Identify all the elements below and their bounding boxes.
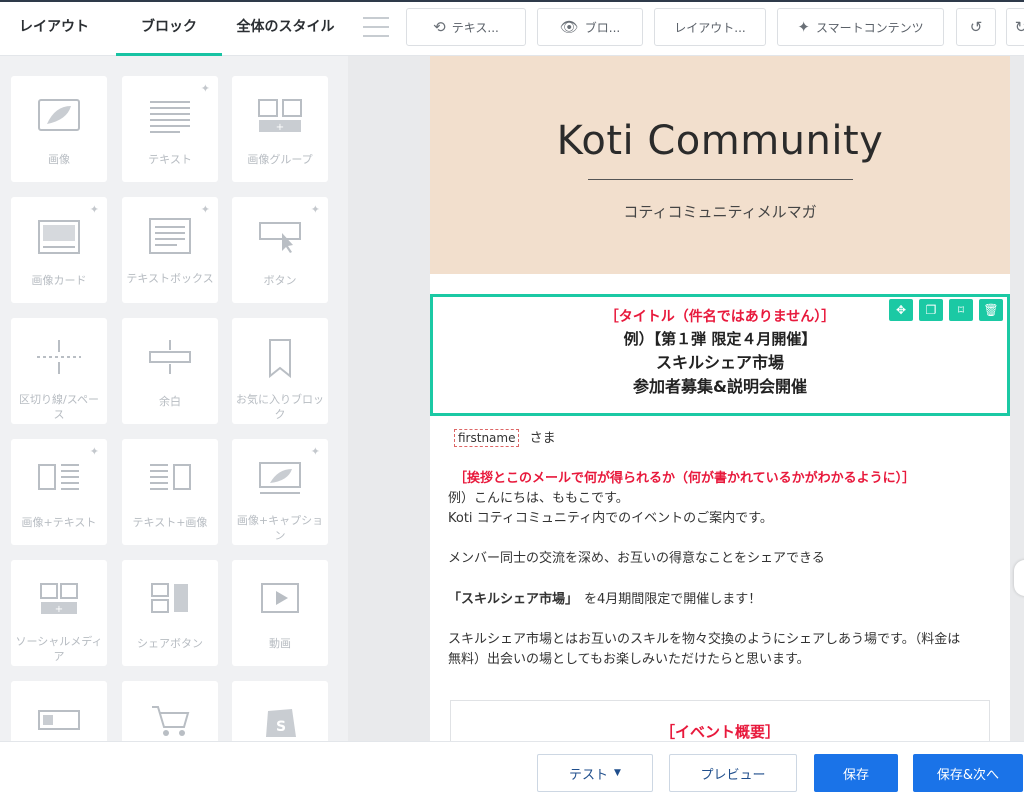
- save-and-next-button[interactable]: 保存&次へ: [913, 754, 1023, 792]
- tab-blocks[interactable]: ブロック: [116, 0, 222, 56]
- svg-text:+: +: [276, 122, 284, 133]
- block-image-card[interactable]: ✦ 画像カード: [11, 197, 107, 303]
- delete-icon[interactable]: 🗑: [979, 299, 1003, 321]
- text-direction-button[interactable]: ⟲ テキス...: [406, 8, 526, 46]
- svg-text:+: +: [55, 604, 63, 615]
- duplicate-icon[interactable]: ❐: [919, 299, 943, 321]
- move-icon[interactable]: ✥: [889, 299, 913, 321]
- block-favorites[interactable]: お気に入りブロック: [232, 318, 328, 424]
- test-dropdown-button[interactable]: テスト ▼: [537, 754, 653, 792]
- block-share-button[interactable]: シェアボタン: [122, 560, 218, 666]
- block-toolbar: ✥ ❐ ⌑ 🗑: [889, 299, 1003, 321]
- block-image[interactable]: 画像: [11, 76, 107, 182]
- spacer-icon: [149, 340, 191, 374]
- body-line-3: メンバー同士の交流を深め、お互いの得意なことをシェアできる: [448, 551, 825, 566]
- title-line-2: スキルシェア市場: [655, 353, 784, 372]
- block-shopify[interactable]: S: [232, 681, 328, 741]
- logo-text: Koti Community: [556, 118, 884, 164]
- preview-button[interactable]: プレビュー: [669, 754, 797, 792]
- email-body: Koti Community コティコミュニティメルマガ ✥ ❐ ⌑ 🗑 ［タイ…: [430, 56, 1010, 741]
- image-icon: [38, 99, 80, 131]
- redo-icon: ↻: [1014, 18, 1024, 36]
- block-product-card[interactable]: [11, 681, 107, 741]
- block-button[interactable]: ✦ ボタン: [232, 197, 328, 303]
- cart-icon: [152, 706, 190, 736]
- title-line-3: 参加者募集&説明会開催: [633, 377, 807, 396]
- undo-button[interactable]: ↺: [956, 8, 996, 46]
- block-social-media[interactable]: + ソーシャルメディア: [11, 560, 107, 666]
- block-text-image[interactable]: テキスト+画像: [122, 439, 218, 545]
- block-video[interactable]: 動画: [232, 560, 328, 666]
- save-button[interactable]: 保存: [814, 754, 898, 792]
- image-card-icon: [38, 220, 80, 254]
- header-subtitle: コティコミュニティメルマガ: [623, 203, 817, 221]
- scroll-handle[interactable]: [1014, 560, 1024, 596]
- smart-content-button[interactable]: ✦ スマートコンテンツ: [777, 8, 944, 46]
- undo-icon: ↺: [969, 18, 983, 36]
- email-header-block[interactable]: Koti Community コティコミュニティメルマガ: [430, 56, 1010, 274]
- top-toolbar: レイアウト ブロック 全体のスタイル ⟲ テキス... 👁 ブロ... レイアウ…: [0, 0, 1024, 56]
- tab-global-style[interactable]: 全体のスタイル: [228, 0, 343, 56]
- bookmark-icon: [269, 339, 291, 379]
- bottom-action-bar: テスト ▼ プレビュー 保存 保存&次へ: [0, 741, 1024, 799]
- redo-button[interactable]: ↻: [1006, 8, 1024, 46]
- product-card-icon: [38, 710, 80, 730]
- block-cart[interactable]: [122, 681, 218, 741]
- share-button-icon: [151, 583, 188, 613]
- social-media-icon: +: [40, 583, 78, 615]
- shopify-icon: S: [266, 709, 296, 737]
- body-line-1: 例）こんにちは、ももこです。: [448, 491, 629, 506]
- image-group-icon: +: [258, 99, 302, 133]
- button-icon: [259, 222, 301, 253]
- block-divider[interactable]: 区切り線/スペース: [11, 318, 107, 424]
- eye-slash-icon: 👁: [559, 18, 579, 36]
- email-canvas: Koti Community コティコミュニティメルマガ ✥ ❐ ⌑ 🗑 ［タイ…: [348, 56, 1024, 741]
- block-image-group[interactable]: + 画像グループ: [232, 76, 328, 182]
- save-favorite-icon[interactable]: ⌑: [949, 299, 973, 321]
- block-spacer[interactable]: 余白: [122, 318, 218, 424]
- text-direction-icon: ⟲: [433, 18, 446, 36]
- block-text[interactable]: ✦ テキスト: [122, 76, 218, 182]
- caret-down-icon: ▼: [614, 768, 621, 778]
- image-caption-icon: [259, 462, 301, 494]
- text-box-icon: [149, 218, 191, 254]
- event-overview-block[interactable]: ［イベント概要］: [450, 700, 990, 741]
- header-divider: [588, 179, 853, 180]
- text-image-icon: [150, 464, 191, 490]
- body-line-4: 「スキルシェア市場」 を4月期間限定で開催します！: [448, 592, 762, 607]
- text-icon: [150, 101, 190, 133]
- block-image-text[interactable]: ✦ 画像+テキスト: [11, 439, 107, 545]
- smart-content-icon: ✦: [797, 18, 810, 36]
- body-line-2: Koti コティコミュニティ内でのイベントのご案内です。: [448, 511, 773, 526]
- video-icon: [261, 583, 299, 613]
- block-text-box[interactable]: ✦ テキストボックス: [122, 197, 218, 303]
- body-line-6: 無料）出会いの場としてもお楽しみいただけたらと思います。: [448, 652, 810, 667]
- menu-icon[interactable]: [363, 17, 389, 39]
- block-image-caption[interactable]: ✦ 画像+キャプション: [232, 439, 328, 545]
- block-visibility-button[interactable]: 👁 ブロ...: [537, 8, 643, 46]
- blocks-panel: 画像 ✦ テキスト + 画像グループ ✦ 画像カード ✦ テキストボックス ✦ …: [0, 56, 348, 741]
- body-line-5: スキルシェア市場とはお互いのスキルを物々交換のようにシェアしあう場です。（料金は: [448, 632, 961, 647]
- greeting-note: ［挨拶とこのメールで何が得られるか（何が書かれているかがわかるように）］: [454, 471, 916, 486]
- image-text-icon: [38, 464, 79, 490]
- selected-title-block[interactable]: ✥ ❐ ⌑ 🗑 ［タイトル（件名ではありません）］ 例）【第１弾 限定４月開催】…: [430, 294, 1010, 416]
- event-heading: ［イベント概要］: [659, 723, 780, 741]
- layout-settings-button[interactable]: レイアウト...: [654, 8, 766, 46]
- salutation-line: firstname さま: [454, 429, 556, 449]
- firstname-token[interactable]: firstname: [454, 429, 520, 447]
- title-line-1: 例）【第１弾 限定４月開催】: [623, 330, 817, 348]
- svg-text:S: S: [276, 719, 286, 735]
- divider-icon: [37, 340, 81, 374]
- tab-layout[interactable]: レイアウト: [0, 0, 108, 56]
